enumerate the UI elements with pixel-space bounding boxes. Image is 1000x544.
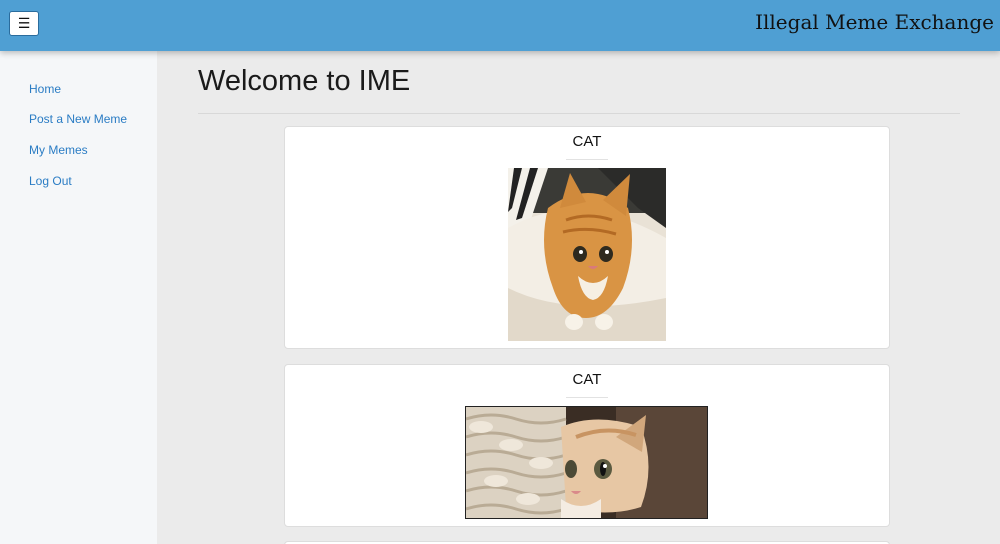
title-divider [198, 113, 960, 114]
meme-image[interactable] [508, 168, 666, 341]
kitten-basket-image [466, 407, 707, 518]
orange-kitten-image [508, 168, 666, 341]
hamburger-icon: ☰ [17, 15, 31, 32]
meme-title-divider [566, 397, 608, 398]
meme-title-divider [566, 159, 608, 160]
meme-title: CAT [572, 133, 602, 150]
meme-image[interactable] [465, 406, 708, 519]
top-navbar: ☰ Illegal Meme Exchange [0, 0, 1000, 51]
meme-card: CAT [284, 364, 890, 527]
sidebar-item-post-new-meme[interactable]: Post a New Meme [29, 112, 127, 126]
sidebar: Home Post a New Meme My Memes Log Out [0, 51, 157, 544]
sidebar-item-home[interactable]: Home [29, 82, 61, 96]
meme-title: CAT [572, 371, 602, 388]
meme-card: CAT [284, 126, 890, 349]
menu-toggle-button[interactable]: ☰ [9, 11, 39, 36]
page-title: Welcome to IME [198, 65, 411, 97]
sidebar-item-log-out[interactable]: Log Out [29, 174, 72, 188]
sidebar-item-my-memes[interactable]: My Memes [29, 143, 88, 157]
app-title: Illegal Meme Exchange [755, 10, 994, 34]
main-content: Welcome to IME CAT CAT [157, 51, 1000, 544]
